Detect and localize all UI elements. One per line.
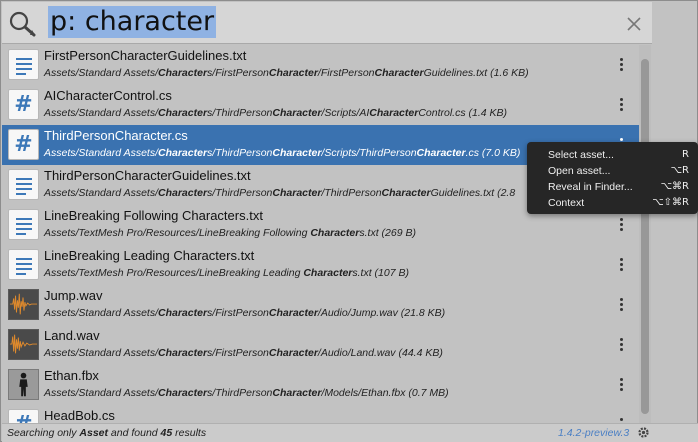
results-scrollbar[interactable] (639, 45, 651, 423)
more-options-icon[interactable] (616, 256, 626, 274)
package-version-link[interactable]: 1.4.2-preview.3 (558, 427, 629, 439)
result-name: Ethan.fbx (44, 368, 99, 383)
result-name: Jump.wav (44, 288, 103, 303)
result-name: LineBreaking Leading Characters.txt (44, 248, 255, 263)
result-name: AICharacterControl.cs (44, 88, 172, 103)
result-path: Assets/Standard Assets/Characters/FirstP… (44, 67, 529, 79)
more-options-icon[interactable] (616, 376, 626, 394)
result-path: Assets/Standard Assets/Characters/ThirdP… (44, 387, 449, 399)
close-icon[interactable] (625, 15, 643, 33)
result-name: ThirdPersonCharacter.cs (44, 128, 188, 143)
result-row[interactable]: # HeadBob.cs (2, 405, 639, 423)
status-bar: Searching only Asset and found 45 result… (2, 423, 698, 442)
context-menu: Select asset... R Open asset... ⌥R Reveal … (527, 142, 698, 214)
result-name: Land.wav (44, 328, 100, 343)
csharp-script-icon: # (8, 89, 39, 120)
text-file-icon (8, 209, 39, 240)
more-options-icon[interactable] (616, 96, 626, 114)
audio-waveform-icon (8, 329, 39, 360)
result-name: LineBreaking Following Characters.txt (44, 208, 263, 223)
more-options-icon[interactable] (616, 416, 626, 423)
search-input[interactable]: p: character (48, 6, 217, 38)
result-name: HeadBob.cs (44, 408, 115, 423)
model-fbx-icon (8, 369, 39, 400)
result-path: Assets/TextMesh Pro/Resources/LineBreaki… (44, 267, 409, 279)
menu-item-select-asset[interactable]: Select asset... R (527, 147, 698, 163)
result-row[interactable]: LineBreaking Leading Characters.txt Asse… (2, 245, 639, 285)
more-options-icon[interactable] (616, 336, 626, 354)
status-text: Searching only Asset and found 45 result… (7, 427, 207, 439)
result-count: 45 (160, 427, 173, 439)
provider-name: Asset (79, 427, 108, 439)
result-row[interactable]: FirstPersonCharacterGuidelines.txt Asset… (2, 45, 639, 85)
result-path: Assets/TextMesh Pro/Resources/LineBreaki… (44, 227, 416, 239)
more-options-icon[interactable] (616, 296, 626, 314)
text-file-icon (8, 49, 39, 80)
menu-item-open-asset[interactable]: Open asset... ⌥R (527, 163, 698, 179)
result-row[interactable]: # AICharacterControl.cs Assets/Standard … (2, 85, 639, 125)
result-row[interactable]: Jump.wav Assets/Standard Assets/Characte… (2, 285, 639, 325)
audio-waveform-icon (8, 289, 39, 320)
scrollbar-thumb[interactable] (641, 59, 649, 414)
gear-icon[interactable] (637, 426, 650, 439)
text-file-icon (8, 169, 39, 200)
csharp-script-icon: # (8, 409, 39, 423)
text-file-icon (8, 249, 39, 280)
search-bar: p: character (2, 2, 652, 44)
more-options-icon[interactable] (616, 216, 626, 234)
result-path: Assets/Standard Assets/Characters/FirstP… (44, 307, 446, 319)
more-options-icon[interactable] (616, 56, 626, 74)
result-path: Assets/Standard Assets/Characters/ThirdP… (44, 187, 516, 199)
quick-search-window: p: character FirstPersonCharacterGuideli… (0, 0, 698, 442)
result-name: FirstPersonCharacterGuidelines.txt (44, 48, 247, 63)
result-path: Assets/Standard Assets/Characters/ThirdP… (44, 107, 508, 119)
result-row[interactable]: Land.wav Assets/Standard Assets/Characte… (2, 325, 639, 365)
result-name: ThirdPersonCharacterGuidelines.txt (44, 168, 251, 183)
menu-item-context[interactable]: Context ⌥⇧⌘R (527, 195, 698, 211)
result-row[interactable]: Ethan.fbx Assets/Standard Assets/Charact… (2, 365, 639, 405)
result-path: Assets/Standard Assets/Characters/ThirdP… (44, 147, 521, 159)
results-list: FirstPersonCharacterGuidelines.txt Asset… (2, 45, 639, 423)
csharp-script-icon: # (8, 129, 39, 160)
result-path: Assets/Standard Assets/Characters/FirstP… (44, 347, 443, 359)
menu-item-reveal-in-finder[interactable]: Reveal in Finder... ⌥⌘R (527, 179, 698, 195)
search-icon (9, 11, 36, 37)
